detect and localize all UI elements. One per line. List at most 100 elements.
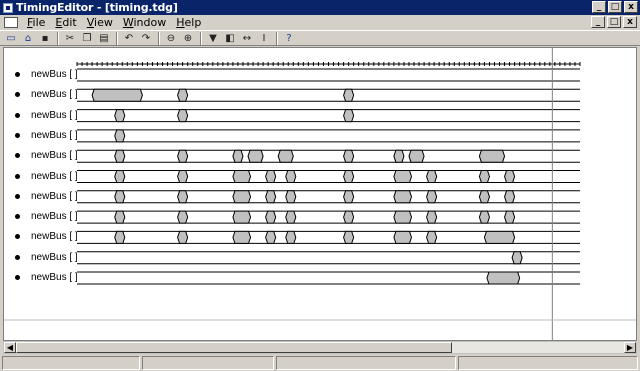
maximize-button[interactable]: □ [608,1,622,13]
signal-row[interactable]: newBus [ ] [4,190,84,204]
bus-value-segment [343,149,355,163]
menu-view[interactable]: View [82,16,118,29]
app-icon[interactable] [3,2,13,13]
bus-value-segment [265,210,277,224]
redo-icon[interactable]: ↷ [138,31,154,45]
signal-name[interactable]: newBus [ ] [31,210,78,224]
bus-value-segment [504,190,516,204]
bus-value-segment [343,88,355,102]
scroll-thumb[interactable] [16,342,452,353]
title-bar[interactable]: TimingEditor - [timing.tdg] _ □ x [0,0,640,15]
signal-bullet-icon [15,112,20,118]
signal-row[interactable]: newBus [ ] [4,210,84,224]
bus-value-segment [478,149,506,163]
signal-name[interactable]: newBus [ ] [31,149,78,163]
signal-name[interactable]: newBus [ ] [31,190,78,204]
copy-icon[interactable]: ❐ [79,31,95,45]
status-bar [0,355,640,371]
bus-value-segment [265,190,277,204]
signal-bullet-icon [15,193,20,199]
text-cursor-icon[interactable]: I [256,31,272,45]
menu-bar: File Edit View Window Help _ □ x [0,15,640,30]
bus-value-segment [277,149,294,163]
bus-value-segment [177,109,189,123]
timing-diagram-canvas[interactable]: newBus [ ] newBus [ ] newBus [ ] newBus [ ]… [3,47,637,341]
bus-value-segment [285,170,297,183]
help-icon[interactable]: ? [281,31,297,45]
bus-value-segment [426,170,438,183]
menu-window[interactable]: Window [118,16,171,29]
bus-value-segment [114,190,126,204]
zoom-out-icon[interactable]: ⊖ [163,31,179,45]
signal-row[interactable]: newBus [ ] [4,109,84,123]
signal-name[interactable]: newBus [ ] [31,68,78,82]
status-pane-3 [276,356,456,370]
menu-edit[interactable]: Edit [50,16,81,29]
menu-file[interactable]: File [22,16,50,29]
bus-value-segment [247,149,264,163]
signal-row[interactable]: newBus [ ] [4,129,84,143]
signal-row[interactable]: newBus [ ] [4,170,84,184]
bus-value-segment [177,149,189,163]
signal-bullet-icon [15,254,20,260]
signal-name[interactable]: newBus [ ] [31,230,78,244]
menu-help[interactable]: Help [171,16,206,29]
scroll-right-button[interactable]: ▶ [624,342,636,353]
status-pane-2 [142,356,274,370]
open-icon[interactable]: ⌂ [20,31,36,45]
bus-value-segment [393,230,413,244]
window-title: TimingEditor - [timing.tdg] [16,1,178,14]
bus-value-segment [393,149,405,163]
document-icon[interactable] [4,17,18,28]
paste-icon[interactable]: ▤ [96,31,112,45]
toolbar-separator [116,31,118,45]
menu-help-label: elp [184,16,202,29]
bus-value-segment [232,170,252,183]
bus-value-segment [177,170,189,183]
bus-value-segment [285,210,297,224]
signal-row[interactable]: newBus [ ] [4,149,84,163]
signal-name[interactable]: newBus [ ] [31,88,78,102]
add-signal-icon[interactable]: ◧ [222,31,238,45]
bus-value-segment [408,149,425,163]
cut-icon[interactable]: ✂ [62,31,78,45]
signal-row[interactable]: newBus [ ] [4,271,84,285]
menu-help-mnemonic: H [176,16,185,29]
bus-value-segment [232,230,252,244]
timing-editor-window: TimingEditor - [timing.tdg] _ □ x File E… [0,0,640,371]
bus-value-segment [393,170,413,183]
zoom-in-icon[interactable]: ⊕ [180,31,196,45]
doc-restore-button[interactable]: □ [607,16,621,28]
signal-name[interactable]: newBus [ ] [31,271,78,285]
menu-view-label: iew [94,16,113,29]
signal-row[interactable]: newBus [ ] [4,88,84,102]
doc-minimize-button[interactable]: _ [591,16,605,28]
bus-value-segment [177,230,189,244]
signal-row[interactable]: newBus [ ] [4,251,84,265]
undo-icon[interactable]: ↶ [121,31,137,45]
horizontal-scrollbar[interactable]: ◀ ▶ [3,341,637,354]
status-pane-1 [2,356,140,370]
doc-close-button[interactable]: x [623,16,637,28]
bus-value-segment [285,190,297,204]
bus-value-segment [504,210,516,224]
signal-row[interactable]: newBus [ ] [4,68,84,82]
signal-name[interactable]: newBus [ ] [31,109,78,123]
marker-down-icon[interactable]: ▼ [205,31,221,45]
close-button[interactable]: x [624,1,638,13]
toolbar-separator [200,31,202,45]
minimize-button[interactable]: _ [592,1,606,13]
bus-value-segment [114,170,126,183]
bus-value-segment [486,271,521,285]
new-icon[interactable]: ▭ [3,31,19,45]
save-icon[interactable]: ▪ [37,31,53,45]
signal-name[interactable]: newBus [ ] [31,129,78,143]
signal-row[interactable]: newBus [ ] [4,230,84,244]
bus-value-segment [265,170,277,183]
scroll-left-button[interactable]: ◀ [4,342,16,353]
signal-bullet-icon [15,72,20,77]
signal-name[interactable]: newBus [ ] [31,170,78,184]
insert-time-icon[interactable]: ↔ [239,31,255,45]
signal-name[interactable]: newBus [ ] [31,251,78,265]
waveform-svg[interactable] [4,48,636,340]
